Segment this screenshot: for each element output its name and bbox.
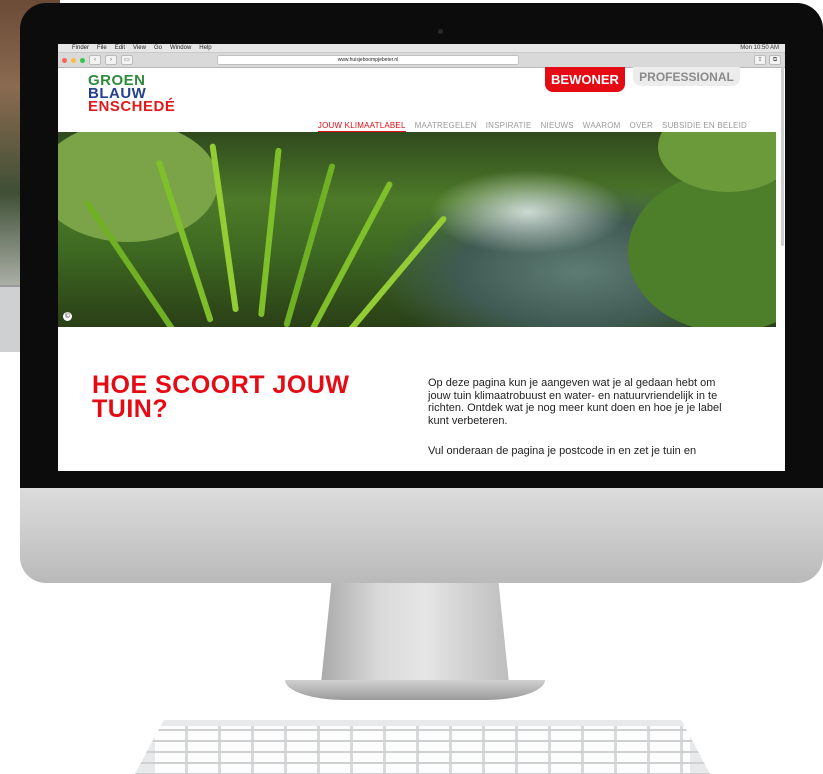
logo-line-enschede: ENSCHEDÉ (88, 98, 176, 115)
groen-blauw-enschede-logo[interactable]: GROEN BLAUW ENSCHEDÉ (88, 73, 176, 115)
nav-item-waarom[interactable]: WAAROM (583, 121, 621, 132)
menu-item-view[interactable]: View (133, 45, 146, 51)
browser-toolbar: ‹ › ▭ www.huisjeboompjebeter.nl ⇪ ⧉ (58, 53, 785, 68)
menu-item-finder[interactable]: Finder (72, 45, 89, 51)
mac-menubar: Finder File Edit View Go Window Help Mon… (58, 44, 785, 53)
menu-item-window[interactable]: Window (170, 45, 191, 51)
zoom-window-icon[interactable] (80, 57, 85, 63)
menu-item-edit[interactable]: Edit (115, 45, 125, 51)
imac-chin (20, 488, 823, 583)
address-bar[interactable]: www.huisjeboompjebeter.nl (217, 55, 519, 65)
page-title: HOE SCOORT JOUW TUIN? (92, 371, 350, 423)
screen: Finder File Edit View Go Window Help Mon… (58, 44, 785, 471)
site-header: GROEN BLAUW ENSCHEDÉ BEWONER PROFESSIONA… (58, 67, 785, 134)
toolbar-right: ⇪ ⧉ (754, 55, 781, 65)
hero-leaf (258, 147, 282, 318)
menubar-clock[interactable]: Mon 10:50 AM (740, 45, 779, 51)
page-scrollbar[interactable] (781, 66, 784, 246)
keyboard-rows (135, 720, 710, 774)
hero-garden-image: © (58, 132, 776, 327)
intro-text: Op deze pagina kun je aangeven wat je al… (428, 377, 722, 427)
share-icon[interactable]: ⇪ (754, 55, 766, 65)
hero-foliage (58, 132, 218, 242)
menu-item-go[interactable]: Go (154, 45, 162, 51)
keyboard (135, 720, 710, 774)
hero-leaf (333, 214, 448, 327)
hero-foliage (628, 172, 776, 327)
nav-item-inspiratie[interactable]: INSPIRATIE (486, 121, 532, 132)
nav-item-nieuws[interactable]: NIEUWS (541, 121, 574, 132)
tabs-icon[interactable]: ⧉ (769, 55, 781, 65)
back-button[interactable]: ‹ (89, 55, 101, 65)
imac-stand-base (285, 680, 545, 700)
close-window-icon[interactable] (62, 57, 67, 63)
forward-button[interactable]: › (105, 55, 117, 65)
bewoner-button[interactable]: BEWONER (545, 67, 625, 92)
menu-item-help[interactable]: Help (199, 45, 211, 51)
nav-item-jouw-klimaatlabel[interactable]: JOUW KLIMAATLABEL (317, 121, 406, 132)
nav-item-maatregelen[interactable]: MAATREGELEN (415, 121, 477, 132)
sidebar-icon[interactable]: ▭ (121, 55, 133, 65)
instruction-text: Vul onderaan de pagina je postcode in en… (428, 445, 697, 457)
nav-item-subsidie-en-beleid[interactable]: SUBSIDIE EN BELEID (662, 121, 747, 132)
imac-stand (320, 583, 510, 693)
copyright-icon: © (63, 312, 72, 321)
minimize-window-icon[interactable] (71, 57, 76, 63)
nav-item-over[interactable]: OVER (630, 121, 653, 132)
menu-item-file[interactable]: File (97, 45, 107, 51)
camera-icon (438, 29, 443, 34)
main-nav: JOUW KLIMAATLABEL MAATREGELEN INSPIRATIE… (317, 121, 747, 132)
page-content: HOE SCOORT JOUW TUIN? Op deze pagina kun… (58, 327, 776, 471)
professional-button[interactable]: PROFESSIONAL (633, 67, 740, 86)
hero-leaf (209, 143, 239, 313)
